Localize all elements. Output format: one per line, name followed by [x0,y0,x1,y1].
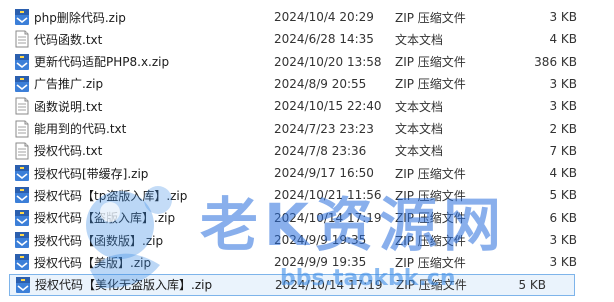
file-size: 386 KB [534,54,577,69]
file-type: ZIP 压缩文件 [395,211,466,226]
file-type: 文本文档 [395,32,444,47]
file-date: 2024/7/8 23:36 [274,143,367,158]
file-type: ZIP 压缩文件 [396,278,467,293]
file-size: 4 KB [549,166,577,181]
file-type: ZIP 压缩文件 [395,166,466,181]
text-file-icon [14,97,30,115]
file-type: ZIP 压缩文件 [395,10,466,25]
file-size: 3 KB [549,255,577,270]
file-size: 3 KB [549,76,577,91]
file-date: 2024/10/14 17:19 [274,210,382,225]
file-type: ZIP 压缩文件 [395,188,466,203]
file-size: 3 KB [549,10,577,24]
file-row[interactable]: 授权代码【tp盗版入库】.zip 2024/10/21 11:56 ZIP 压缩文件… [0,184,614,206]
file-name: 函数说明.txt [34,99,103,114]
file-size: 3 KB [549,233,577,247]
file-name: 授权代码【美化无盗版入库】.zip [35,278,213,293]
file-name: 能用到的代码.txt [34,122,127,136]
zip-file-icon [14,164,30,182]
file-name: 授权代码【tp盗版入库】.zip [34,188,188,203]
file-row[interactable]: 授权代码.txt 2024/7/8 23:36 文本文档 7 KB [0,140,614,162]
file-name: 授权代码[带缓存].zip [34,166,149,181]
zip-file-icon [14,186,30,204]
file-row[interactable]: 授权代码【盗版入库】.zip 2024/10/14 17:19 ZIP 压缩文件 6 … [0,207,614,229]
file-row[interactable]: 授权代码【美版】.zip 2024/9/9 19:35 ZIP 压缩文件 3 KB [0,251,614,273]
file-date: 2024/9/17 16:50 [274,166,374,181]
zip-file-icon [14,253,30,271]
file-row[interactable]: 授权代码【美化无盗版入库】.zip 2024/10/14 17:19 ZIP 压缩文… [9,273,575,296]
text-file-icon [14,30,30,48]
file-size: 5 KB [518,277,546,292]
file-size: 4 KB [549,32,577,47]
file-row[interactable]: 广告推广.zip 2024/8/9 20:55 ZIP 压缩文件 3 KB [0,73,614,95]
file-date: 2024/9/9 19:35 [274,255,367,270]
file-date: 2024/7/23 23:23 [274,121,374,136]
file-date: 2024/10/21 11:56 [274,188,382,203]
file-row[interactable]: 代码函数.txt 2024/6/28 14:35 文本文档 4 KB [0,28,614,50]
file-size: 7 KB [549,143,577,158]
file-size: 2 KB [549,121,577,136]
file-row[interactable]: 授权代码【函数版】.zip 2024/9/9 19:35 ZIP 压缩文件 3 KB [0,229,614,251]
file-size: 3 KB [549,99,577,114]
file-name: php删除代码.zip [34,10,126,25]
file-row[interactable]: php删除代码.zip 2024/10/4 20:29 ZIP 压缩文件 3 KB [0,6,614,28]
zip-file-icon [14,75,30,93]
file-size: 6 KB [549,210,577,225]
text-file-icon [14,120,30,138]
file-date: 2024/10/4 20:29 [274,10,374,24]
file-name: 广告推广.zip [34,77,104,92]
file-name: 授权代码.txt [34,144,103,159]
zip-file-icon [14,231,30,249]
zip-file-icon [15,276,31,294]
file-date: 2024/10/20 13:58 [274,54,382,69]
file-date: 2024/8/9 20:55 [274,76,367,91]
file-type: ZIP 压缩文件 [395,255,466,270]
file-row[interactable]: 函数说明.txt 2024/10/15 22:40 文本文档 3 KB [0,95,614,117]
file-type: ZIP 压缩文件 [395,77,466,92]
file-name: 授权代码【函数版】.zip [34,233,164,248]
zip-file-icon [14,209,30,227]
file-size: 5 KB [549,188,577,203]
file-name: 授权代码【盗版入库】.zip [34,211,176,226]
file-row[interactable]: 授权代码[带缓存].zip 2024/9/17 16:50 ZIP 压缩文件 4 KB [0,162,614,184]
file-type: 文本文档 [395,99,444,114]
file-date: 2024/6/28 14:35 [274,32,374,47]
file-date: 2024/9/9 19:35 [274,233,367,247]
file-name: 授权代码【美版】.zip [34,255,152,270]
file-name: 更新代码适配PHP8.x.zip [34,55,170,70]
file-type: 文本文档 [395,144,444,159]
file-type: ZIP 压缩文件 [395,55,466,70]
file-type: ZIP 压缩文件 [395,233,466,248]
file-date: 2024/10/14 17:19 [275,277,383,292]
file-type: 文本文档 [395,122,444,136]
zip-file-icon [14,53,30,71]
file-name: 代码函数.txt [34,32,103,47]
text-file-icon [14,142,30,160]
file-date: 2024/10/15 22:40 [274,99,382,114]
zip-file-icon [14,8,30,26]
file-row[interactable]: 能用到的代码.txt 2024/7/23 23:23 文本文档 2 KB [0,118,614,140]
file-row[interactable]: 更新代码适配PHP8.x.zip 2024/10/20 13:58 ZIP 压缩文件… [0,51,614,73]
